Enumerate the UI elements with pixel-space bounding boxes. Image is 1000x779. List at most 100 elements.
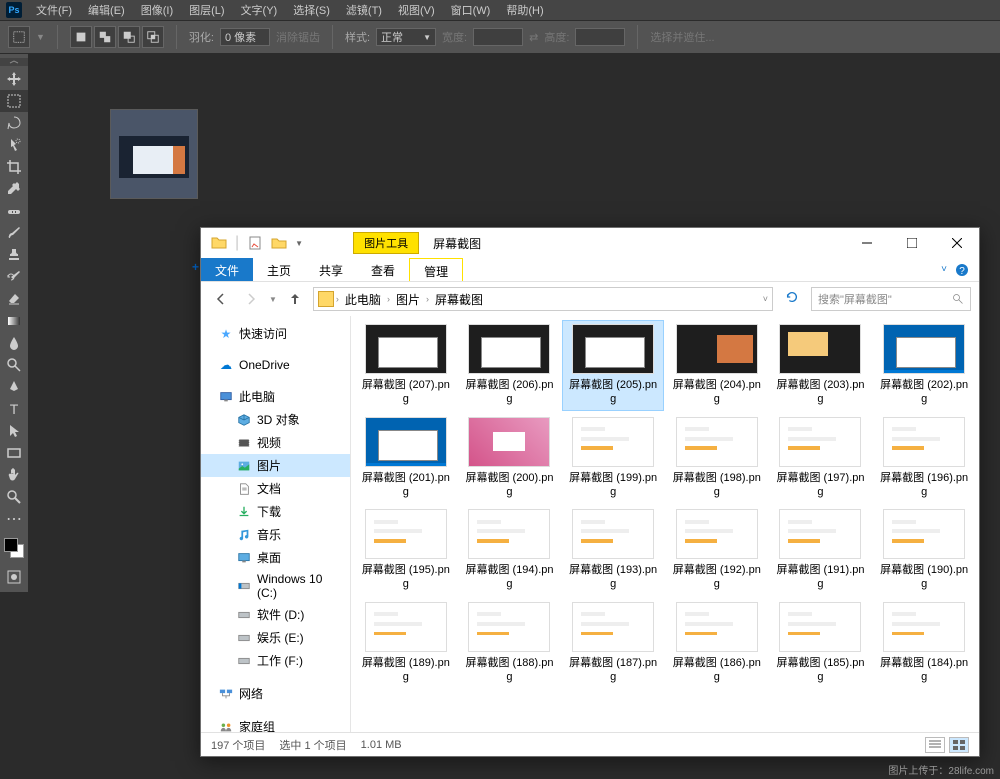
- marquee-tool-icon[interactable]: [0, 90, 28, 112]
- file-item[interactable]: 屏幕截图 (201).png: [355, 413, 457, 504]
- file-item[interactable]: 屏幕截图 (203).png: [770, 320, 872, 411]
- file-item[interactable]: 屏幕截图 (199).png: [562, 413, 664, 504]
- rectangle-tool-icon[interactable]: [0, 442, 28, 464]
- selection-subtract-icon[interactable]: [118, 26, 140, 48]
- feather-input[interactable]: 0 像素: [220, 28, 270, 46]
- history-dropdown-icon[interactable]: ▼: [269, 295, 277, 304]
- close-button[interactable]: [934, 228, 979, 258]
- file-item[interactable]: 屏幕截图 (200).png: [459, 413, 561, 504]
- minimize-button[interactable]: [844, 228, 889, 258]
- tab-view[interactable]: 查看: [357, 258, 409, 281]
- pen-tool-icon[interactable]: [0, 376, 28, 398]
- eyedropper-tool-icon[interactable]: [0, 178, 28, 200]
- type-tool-icon[interactable]: T: [0, 398, 28, 420]
- file-item[interactable]: 屏幕截图 (196).png: [873, 413, 975, 504]
- file-list[interactable]: 屏幕截图 (207).png屏幕截图 (206).png屏幕截图 (205).p…: [351, 316, 979, 732]
- file-item[interactable]: 屏幕截图 (191).png: [770, 505, 872, 596]
- menu-item[interactable]: 文件(F): [28, 2, 80, 18]
- nav-network[interactable]: 网络: [201, 682, 350, 705]
- quickmask-tool-icon[interactable]: [0, 566, 28, 588]
- thumbnails-view-button[interactable]: [949, 737, 969, 753]
- menu-item[interactable]: 图层(L): [181, 2, 232, 18]
- nav-onedrive[interactable]: ☁OneDrive: [201, 355, 350, 375]
- file-item[interactable]: 屏幕截图 (186).png: [666, 598, 768, 689]
- path-pictures[interactable]: 图片: [392, 291, 424, 308]
- dodge-tool-icon[interactable]: [0, 354, 28, 376]
- tab-share[interactable]: 共享: [305, 258, 357, 281]
- file-item[interactable]: 屏幕截图 (187).png: [562, 598, 664, 689]
- back-button[interactable]: [209, 287, 233, 311]
- hand-tool-icon[interactable]: [0, 464, 28, 486]
- menu-item[interactable]: 窗口(W): [443, 2, 499, 18]
- tool-preset-icon[interactable]: [8, 26, 30, 48]
- more-tools-icon[interactable]: ⋯: [0, 508, 28, 530]
- properties-icon[interactable]: [247, 235, 263, 251]
- selection-intersect-icon[interactable]: [142, 26, 164, 48]
- file-item[interactable]: 屏幕截图 (188).png: [459, 598, 561, 689]
- history-brush-tool-icon[interactable]: [0, 266, 28, 288]
- tab-file[interactable]: 文件: [201, 258, 253, 281]
- nav-item[interactable]: Windows 10 (C:): [201, 569, 350, 603]
- selection-add-icon[interactable]: [94, 26, 116, 48]
- explorer-titlebar[interactable]: | ▼ 图片工具 屏幕截图: [201, 228, 979, 258]
- document-thumbnail[interactable]: [110, 109, 198, 199]
- selection-new-icon[interactable]: [70, 26, 92, 48]
- up-button[interactable]: [283, 287, 307, 311]
- nav-item[interactable]: 视频: [201, 431, 350, 454]
- nav-item[interactable]: 软件 (D:): [201, 603, 350, 626]
- stamp-tool-icon[interactable]: [0, 244, 28, 266]
- menu-item[interactable]: 视图(V): [390, 2, 443, 18]
- nav-item[interactable]: 图片: [201, 454, 350, 477]
- help-icon[interactable]: ?: [955, 263, 969, 277]
- details-view-button[interactable]: [925, 737, 945, 753]
- menu-item[interactable]: 编辑(E): [80, 2, 133, 18]
- nav-item[interactable]: 工作 (F:): [201, 649, 350, 672]
- menu-item[interactable]: 文字(Y): [233, 2, 286, 18]
- style-select[interactable]: 正常▼: [376, 28, 436, 46]
- search-input[interactable]: 搜索"屏幕截图": [811, 287, 971, 311]
- crop-tool-icon[interactable]: [0, 156, 28, 178]
- lasso-tool-icon[interactable]: [0, 112, 28, 134]
- nav-item[interactable]: 3D 对象: [201, 408, 350, 431]
- file-item[interactable]: 屏幕截图 (207).png: [355, 320, 457, 411]
- file-item[interactable]: 屏幕截图 (184).png: [873, 598, 975, 689]
- ribbon-expand-icon[interactable]: ˅: [941, 264, 947, 275]
- nav-item[interactable]: 文档: [201, 477, 350, 500]
- file-item[interactable]: 屏幕截图 (189).png: [355, 598, 457, 689]
- menu-item[interactable]: 选择(S): [285, 2, 338, 18]
- tab-home[interactable]: 主页: [253, 258, 305, 281]
- foreground-swatch[interactable]: [4, 538, 18, 552]
- quick-select-tool-icon[interactable]: [0, 134, 28, 156]
- file-item[interactable]: 屏幕截图 (206).png: [459, 320, 561, 411]
- path-screenshots[interactable]: 屏幕截图: [431, 291, 487, 308]
- tab-manage[interactable]: 管理: [409, 258, 463, 281]
- nav-item[interactable]: 下载: [201, 500, 350, 523]
- maximize-button[interactable]: [889, 228, 934, 258]
- file-item[interactable]: 屏幕截图 (194).png: [459, 505, 561, 596]
- nav-item[interactable]: 音乐: [201, 523, 350, 546]
- healing-tool-icon[interactable]: [0, 200, 28, 222]
- nav-homegroup[interactable]: 家庭组: [201, 715, 350, 732]
- color-swatches[interactable]: [4, 538, 24, 558]
- move-tool-icon[interactable]: [0, 68, 28, 90]
- nav-item[interactable]: 娱乐 (E:): [201, 626, 350, 649]
- blur-tool-icon[interactable]: [0, 332, 28, 354]
- eraser-tool-icon[interactable]: [0, 288, 28, 310]
- file-item[interactable]: 屏幕截图 (192).png: [666, 505, 768, 596]
- file-item[interactable]: 屏幕截图 (185).png: [770, 598, 872, 689]
- menu-item[interactable]: 图像(I): [133, 2, 181, 18]
- path-dropdown-icon[interactable]: ˅: [763, 294, 768, 304]
- brush-tool-icon[interactable]: [0, 222, 28, 244]
- file-item[interactable]: 屏幕截图 (190).png: [873, 505, 975, 596]
- path-select-tool-icon[interactable]: [0, 420, 28, 442]
- nav-item[interactable]: 桌面: [201, 546, 350, 569]
- path-this-pc[interactable]: 此电脑: [341, 291, 385, 308]
- nav-this-pc[interactable]: 此电脑: [201, 385, 350, 408]
- file-item[interactable]: 屏幕截图 (205).png: [562, 320, 664, 411]
- menu-item[interactable]: 帮助(H): [498, 2, 551, 18]
- nav-quick-access[interactable]: ★快速访问: [201, 322, 350, 345]
- zoom-tool-icon[interactable]: [0, 486, 28, 508]
- refresh-button[interactable]: [779, 290, 805, 309]
- file-item[interactable]: 屏幕截图 (204).png: [666, 320, 768, 411]
- folder-icon[interactable]: [211, 235, 227, 251]
